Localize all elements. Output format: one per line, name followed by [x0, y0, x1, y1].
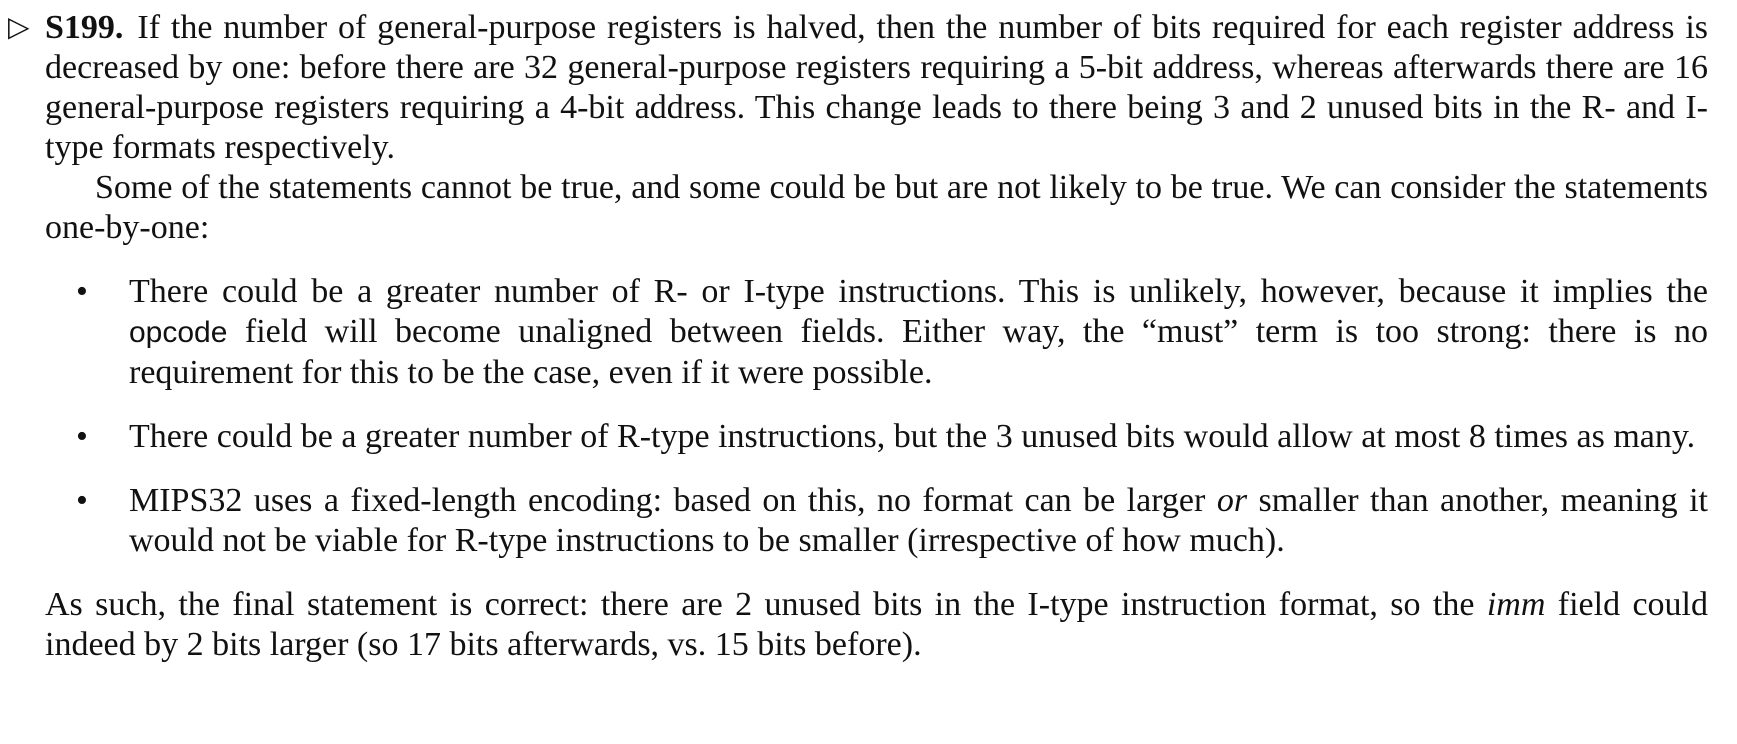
intro-paragraph: ▷ S199. If the number of general-purpose r… — [8, 8, 1708, 168]
list-item: • There could be a greater number of R- … — [45, 272, 1708, 393]
bullet-icon: • — [76, 482, 88, 519]
statement-list: • There could be a greater number of R- … — [45, 272, 1708, 561]
opcode-code: opcode — [129, 316, 228, 349]
list-item: • MIPS32 uses a fixed-length encoding: b… — [45, 481, 1708, 561]
bullet-icon: • — [76, 418, 88, 455]
triangle-marker-icon: ▷ — [8, 12, 30, 43]
list-item: • There could be a greater number of R-t… — [45, 417, 1708, 457]
bullet2-text: There could be a greater number of R-typ… — [129, 418, 1696, 455]
bullet-icon: • — [76, 273, 88, 310]
bullet1-after: field will become unaligned between fiel… — [129, 313, 1708, 391]
conclusion-paragraph: As such, the final statement is correct:… — [45, 585, 1708, 665]
intro-text: If the number of general-purpose registe… — [45, 9, 1708, 166]
second-text: Some of the statements cannot be true, a… — [45, 169, 1708, 246]
second-paragraph: Some of the statements cannot be true, a… — [45, 168, 1708, 248]
solution-label: S199. — [45, 9, 124, 46]
solution-page: ▷ S199. If the number of general-purpose r… — [8, 8, 1708, 665]
imm-field: imm — [1486, 586, 1546, 623]
conclusion-before: As such, the final statement is correct:… — [45, 586, 1487, 623]
bullet3-before: MIPS32 uses a fixed-length encoding: bas… — [129, 482, 1217, 519]
bullet1-before: There could be a greater number of R- or… — [129, 273, 1708, 310]
bullet3-emphasis: or — [1216, 482, 1248, 519]
